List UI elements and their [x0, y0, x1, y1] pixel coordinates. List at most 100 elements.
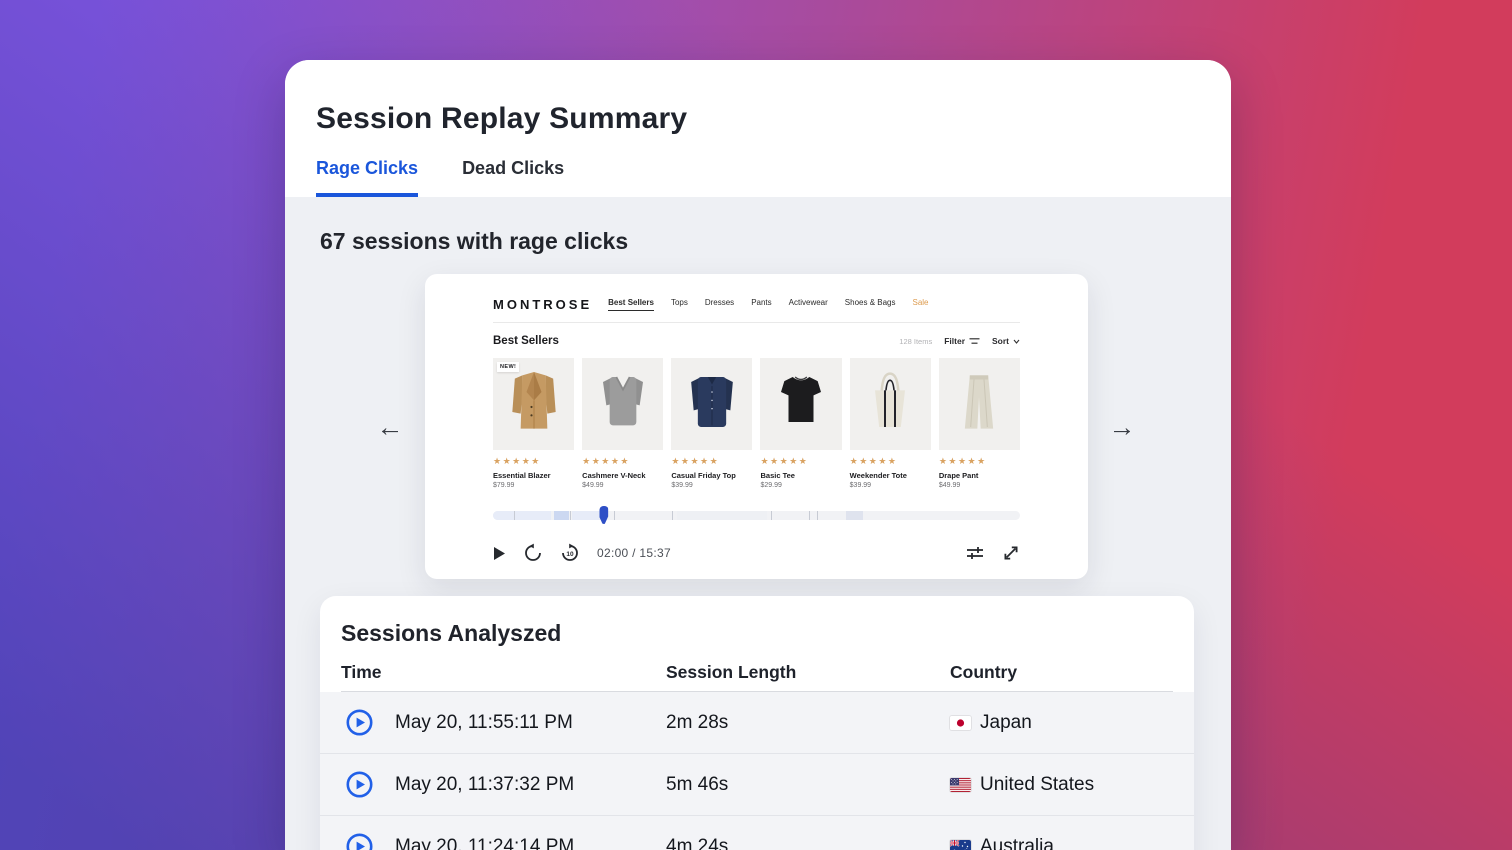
- previous-session-button[interactable]: ←: [373, 410, 407, 444]
- rewind-button[interactable]: [523, 543, 543, 563]
- store-section-title: Best Sellers: [493, 335, 559, 347]
- store-nav-item[interactable]: Pants: [751, 298, 771, 311]
- store-nav-item[interactable]: Tops: [671, 298, 688, 311]
- playback-timeline[interactable]: [493, 511, 1020, 520]
- session-length: 2m 28s: [666, 692, 728, 754]
- store-nav-item[interactable]: Dresses: [705, 298, 734, 311]
- fullscreen-button[interactable]: [1002, 544, 1020, 562]
- product-price: $29.99: [760, 482, 841, 489]
- store-nav-item[interactable]: Shoes & Bags: [845, 298, 896, 311]
- product-grid: NEW!★★★★★Essential Blazer$79.99 ★★★★★ Cash…: [493, 358, 1020, 489]
- session-length: 4m 24s: [666, 816, 728, 850]
- column-header-session-length: Session Length: [666, 662, 796, 683]
- shirt-garment-icon: [687, 366, 737, 443]
- star-rating: ★★★★★: [671, 456, 752, 467]
- row-play-button[interactable]: [346, 771, 373, 798]
- store-nav-divider: [493, 322, 1020, 323]
- product-card[interactable]: ★★★★★Drape Pant$49.99: [939, 358, 1020, 489]
- product-card[interactable]: ★★★★★Cashmere V-Neck$49.99: [582, 358, 663, 489]
- table-row[interactable]: May 20, 11:55:11 PM2m 28sJapan: [320, 692, 1194, 754]
- session-country: United States: [950, 754, 1094, 816]
- timeline-segment: [677, 511, 767, 520]
- country-name: Japan: [980, 712, 1032, 734]
- play-circle-icon: [346, 771, 373, 798]
- play-button[interactable]: [493, 546, 506, 561]
- tab-rage-clicks[interactable]: Rage Clicks: [316, 158, 418, 197]
- product-price: $39.99: [671, 482, 752, 489]
- product-card[interactable]: ★★★★★Basic Tee$29.99: [760, 358, 841, 489]
- country-name: Australia: [980, 836, 1054, 850]
- jp-flag-icon: [950, 716, 971, 730]
- star-rating: ★★★★★: [760, 456, 841, 467]
- right-arrow-icon: →: [1109, 412, 1136, 443]
- card-header: Session Replay Summary Rage Clicks Dead …: [285, 60, 1231, 197]
- product-name: Casual Friday Top: [671, 471, 752, 480]
- column-header-time: Time: [341, 662, 382, 683]
- session-replay-card: Session Replay Summary Rage Clicks Dead …: [285, 60, 1231, 850]
- product-name: Weekender Tote: [850, 471, 931, 480]
- player-controls: 10 02:00 / 15:37: [493, 537, 1020, 569]
- store-nav-item[interactable]: Activewear: [789, 298, 828, 311]
- settings-button[interactable]: [965, 544, 985, 562]
- table-header-row: Time Session Length Country: [320, 662, 1194, 691]
- session-replay-player: MONTROSE Best Sellers Tops Dresses Pants Act…: [425, 274, 1088, 579]
- product-name: Drape Pant: [939, 471, 1020, 480]
- filter-button[interactable]: Filter: [944, 336, 980, 346]
- table-row[interactable]: May 20, 11:37:32 PM5m 46sUnited States: [320, 754, 1194, 816]
- forward-10-button[interactable]: 10: [560, 543, 580, 563]
- column-header-country: Country: [950, 662, 1017, 683]
- timeline-tick: [771, 511, 772, 520]
- timeline-tick: [809, 511, 810, 520]
- timeline-segment: [846, 511, 863, 520]
- store-nav-item[interactable]: Sale: [912, 298, 928, 311]
- timeline-tick: [614, 511, 615, 520]
- session-time: May 20, 11:24:14 PM: [395, 816, 574, 850]
- product-name: Essential Blazer: [493, 471, 574, 480]
- page-background: Session Replay Summary Rage Clicks Dead …: [0, 0, 1512, 850]
- session-country: Australia: [950, 816, 1054, 850]
- store-heading-row: Best Sellers 128 Items Filter Sort: [493, 335, 1020, 347]
- store-nav: MONTROSE Best Sellers Tops Dresses Pants Act…: [493, 288, 1020, 320]
- session-length: 5m 46s: [666, 754, 728, 816]
- product-price: $49.99: [939, 482, 1020, 489]
- tune-sliders-icon: [965, 544, 985, 562]
- play-circle-icon: [346, 833, 373, 850]
- left-arrow-icon: ←: [377, 412, 404, 443]
- product-price: $39.99: [850, 482, 931, 489]
- product-image: [582, 358, 663, 450]
- star-rating: ★★★★★: [582, 456, 663, 467]
- row-play-button[interactable]: [346, 833, 373, 850]
- product-image: [760, 358, 841, 450]
- filter-label: Filter: [944, 336, 965, 346]
- sort-button[interactable]: Sort: [992, 336, 1020, 346]
- page-title: Session Replay Summary: [316, 102, 687, 136]
- product-card[interactable]: ★★★★★Weekender Tote$39.99: [850, 358, 931, 489]
- new-badge: NEW!: [497, 362, 519, 372]
- table-row[interactable]: May 20, 11:24:14 PM 4m 24s Australia: [320, 816, 1194, 850]
- expand-icon: [1002, 544, 1020, 562]
- row-play-button[interactable]: [346, 709, 373, 736]
- tab-dead-clicks[interactable]: Dead Clicks: [462, 158, 564, 197]
- store-logo: MONTROSE: [493, 297, 592, 312]
- sessions-table-title: Sessions Analyszed: [341, 620, 561, 647]
- tote-garment-icon: [865, 366, 915, 443]
- sessions-analyzed-card: Sessions Analyszed Time Session Length C…: [320, 596, 1194, 850]
- country-name: United States: [980, 774, 1094, 796]
- replayed-storefront: MONTROSE Best Sellers Tops Dresses Pants Act…: [493, 288, 1020, 489]
- product-card[interactable]: ★★★★★ Casual Friday Top $39.99: [671, 358, 752, 489]
- playback-time: 02:00 / 15:37: [597, 546, 671, 560]
- rewind-icon: [523, 543, 543, 563]
- product-image: [671, 358, 752, 450]
- blazer-garment-icon: [509, 366, 559, 443]
- timeline-scrubber[interactable]: [599, 506, 608, 524]
- pants-garment-icon: [954, 366, 1004, 443]
- forward-10-icon: 10: [560, 543, 580, 563]
- product-card[interactable]: NEW!★★★★★Essential Blazer$79.99: [493, 358, 574, 489]
- product-name: Cashmere V-Neck: [582, 471, 663, 480]
- next-session-button[interactable]: →: [1105, 410, 1139, 444]
- timeline-segment: [572, 511, 604, 520]
- store-nav-item[interactable]: Best Sellers: [608, 298, 654, 311]
- us-flag-icon: [950, 778, 971, 792]
- timeline-tick: [570, 511, 571, 520]
- product-image: [939, 358, 1020, 450]
